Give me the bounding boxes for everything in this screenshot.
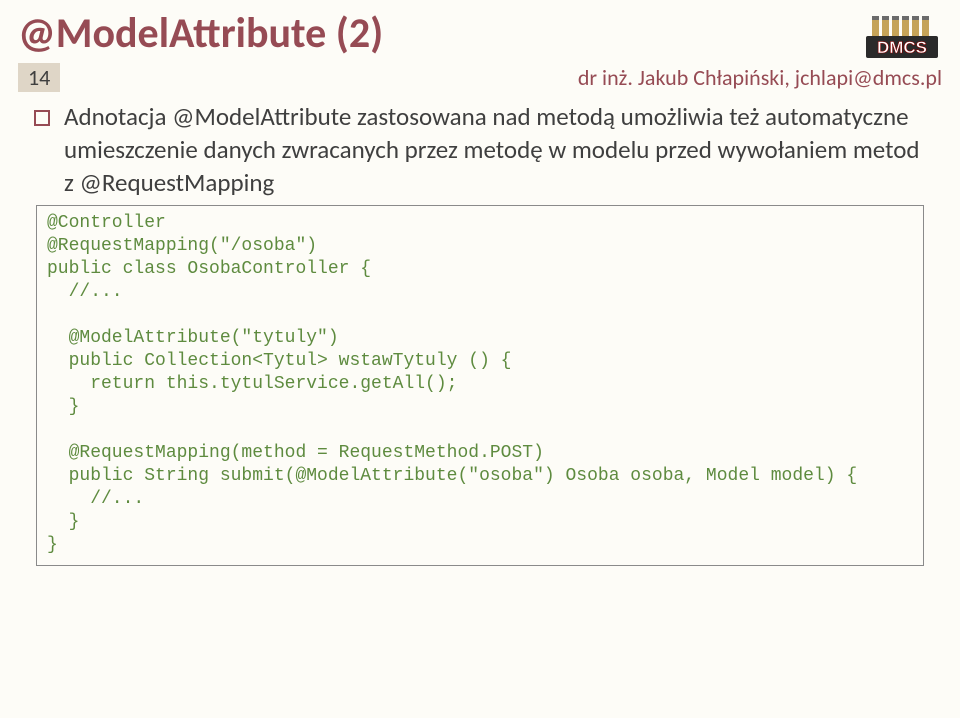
dmcs-logo: DMCS [864,14,942,62]
header-row: 14 dr inż. Jakub Chłapiński, jchlapi@dmc… [18,63,942,92]
bullet-text: Adnotacja @ModelAttribute zastosowana na… [64,100,924,199]
content-area: Adnotacja @ModelAttribute zastosowana na… [64,100,924,199]
svg-text:DMCS: DMCS [877,38,927,57]
page-number: 14 [18,63,60,92]
code-block: @Controller @RequestMapping("/osoba") pu… [36,205,924,566]
author-line: dr inż. Jakub Chłapiński, jchlapi@dmcs.p… [578,64,942,91]
slide-title: @ModelAttribute (2) [18,8,960,59]
